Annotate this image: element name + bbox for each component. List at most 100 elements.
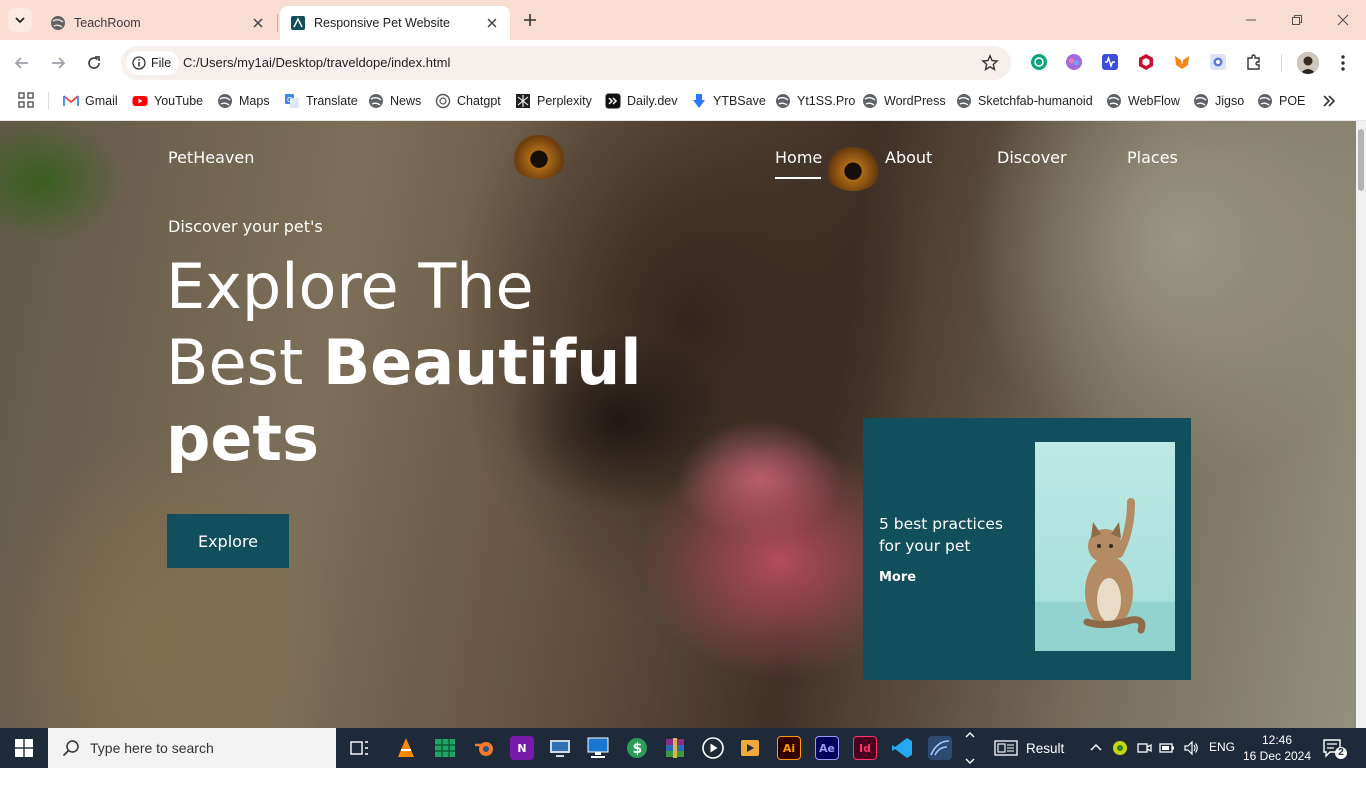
site-info-chip[interactable]: File — [126, 51, 180, 75]
bookmark-yt1ss[interactable]: Yt1SS.Pro — [775, 91, 855, 111]
money-app[interactable]: $ — [625, 736, 649, 760]
reload-button[interactable] — [81, 50, 107, 76]
tab-strip: TeachRoom Responsive Pet Website — [0, 0, 1366, 40]
puzzle-extensions-icon[interactable] — [1245, 53, 1263, 71]
bookmark-translate[interactable]: G Translate — [284, 91, 358, 111]
nav-about[interactable]: About — [885, 148, 932, 167]
toolbar-divider — [1281, 54, 1282, 72]
action-center-button[interactable]: 2 — [1322, 738, 1348, 760]
illustrator-app[interactable]: Ai — [777, 736, 801, 760]
bookmark-wordpress[interactable]: WordPress — [862, 91, 946, 111]
back-button[interactable] — [9, 50, 35, 76]
task-view-button[interactable] — [348, 736, 372, 760]
vscode-app[interactable] — [890, 736, 914, 760]
close-window-button[interactable] — [1328, 8, 1358, 32]
site-logo[interactable]: PetHeaven — [168, 148, 254, 167]
tab-responsive-pet-website[interactable]: Responsive Pet Website — [280, 6, 510, 40]
bookmark-maps[interactable]: Maps — [217, 91, 270, 111]
language-indicator[interactable]: ENG — [1209, 740, 1235, 754]
profile-avatar[interactable] — [1297, 52, 1319, 74]
bookmark-gmail[interactable]: Gmail — [63, 91, 118, 111]
tray-app-icon[interactable] — [1112, 740, 1128, 756]
bookmark-poe[interactable]: POE — [1257, 91, 1305, 111]
card-more-link[interactable]: More — [879, 570, 916, 585]
featured-card[interactable]: 5 best practices for your pet More — [863, 418, 1191, 680]
page-scrollbar[interactable] — [1356, 121, 1366, 728]
chevron-up-icon[interactable] — [1088, 740, 1104, 756]
illustrator-icon: Ai — [782, 741, 796, 755]
bookmark-star-icon[interactable] — [981, 54, 999, 72]
bookmark-jigso[interactable]: Jigso — [1193, 91, 1244, 111]
new-tab-button[interactable] — [518, 8, 542, 32]
more-menu-icon[interactable] — [1334, 53, 1352, 73]
bookmark-webflow[interactable]: WebFlow — [1106, 91, 1180, 111]
close-icon[interactable] — [484, 15, 500, 31]
chevron-down-icon — [15, 17, 25, 24]
sheets-app[interactable] — [433, 736, 457, 760]
bookmark-perplexity[interactable]: Perplexity — [515, 91, 592, 111]
bookmark-news[interactable]: News — [368, 91, 421, 111]
search-placeholder: Type here to search — [90, 740, 214, 756]
bookmark-label: Sketchfab-humanoid — [978, 94, 1093, 108]
minimize-button[interactable] — [1236, 8, 1266, 32]
start-button[interactable] — [0, 728, 48, 768]
brain-extension-icon[interactable] — [1065, 53, 1083, 71]
bookmark-dailydev[interactable]: Daily.dev — [605, 91, 677, 111]
dailydev-icon — [605, 93, 621, 109]
bookmark-sketchfab[interactable]: Sketchfab-humanoid — [956, 91, 1093, 111]
windows-taskbar: Type here to search N $ Ai Ae Id Result … — [0, 728, 1366, 768]
nav-home[interactable]: Home — [775, 148, 822, 167]
apps-grid-icon[interactable] — [18, 92, 34, 108]
remote-app[interactable] — [548, 736, 572, 760]
taskbar-overflow-scroll[interactable] — [962, 728, 978, 768]
winrar-app[interactable] — [663, 736, 687, 760]
chevron-double-right-icon[interactable] — [1320, 92, 1338, 110]
bookmark-label: POE — [1279, 94, 1306, 108]
translate-icon: G — [285, 94, 299, 108]
blender-app[interactable] — [472, 736, 496, 760]
tab-search-button[interactable] — [8, 8, 32, 32]
scrollbar-thumb[interactable] — [1358, 129, 1364, 191]
url-text[interactable]: C:/Users/my1ai/Desktop/traveldope/index.… — [183, 55, 450, 70]
bookmark-chatgpt[interactable]: Chatgpt — [435, 91, 501, 111]
audio-extension-icon[interactable] — [1101, 53, 1119, 71]
download-icon — [693, 94, 705, 108]
tab-teachroom[interactable]: TeachRoom — [40, 6, 276, 40]
spreadsheet-icon — [435, 739, 455, 757]
camera-extension-icon[interactable] — [1209, 53, 1227, 71]
page-favicon-icon — [291, 16, 305, 30]
site-info-label: File — [151, 56, 172, 70]
shield-extension-icon[interactable] — [1137, 53, 1155, 71]
battery-icon[interactable] — [1159, 740, 1175, 756]
explore-button[interactable]: Explore — [167, 514, 289, 568]
indesign-app[interactable]: Id — [853, 736, 877, 760]
video-editor-app[interactable] — [738, 736, 762, 760]
taskbar-clock[interactable]: 12:46 16 Dec 2024 — [1242, 732, 1312, 764]
onenote-app[interactable]: N — [510, 736, 534, 760]
globe-icon — [776, 94, 790, 108]
database-icon — [930, 740, 950, 756]
address-bar[interactable]: File C:/Users/my1ai/Desktop/traveldope/i… — [121, 46, 1011, 80]
volume-icon[interactable] — [1183, 740, 1199, 756]
nav-discover[interactable]: Discover — [997, 148, 1067, 167]
meet-now-icon[interactable] — [1136, 740, 1152, 756]
vlc-app[interactable] — [394, 736, 418, 760]
mysql-app[interactable] — [928, 736, 952, 760]
metamask-extension-icon[interactable] — [1173, 53, 1191, 71]
card-title: 5 best practices for your pet — [879, 515, 1003, 555]
network-app[interactable] — [586, 736, 610, 760]
indesign-icon: Id — [859, 741, 871, 755]
close-icon[interactable] — [250, 15, 266, 31]
restore-button[interactable] — [1282, 8, 1312, 32]
taskbar-search[interactable]: Type here to search — [48, 728, 336, 768]
bookmark-youtube[interactable]: YouTube — [132, 91, 203, 111]
globe-icon — [957, 94, 971, 108]
bookmark-label: YTBSave — [713, 94, 766, 108]
media-player-app[interactable] — [701, 736, 725, 760]
after-effects-app[interactable]: Ae — [815, 736, 839, 760]
news-widget[interactable]: Result — [994, 738, 1064, 758]
forward-button[interactable] — [45, 50, 71, 76]
nav-places[interactable]: Places — [1127, 148, 1178, 167]
chatgpt-extension-icon[interactable] — [1030, 53, 1048, 71]
bookmark-ytbsave[interactable]: YTBSave — [691, 91, 766, 111]
